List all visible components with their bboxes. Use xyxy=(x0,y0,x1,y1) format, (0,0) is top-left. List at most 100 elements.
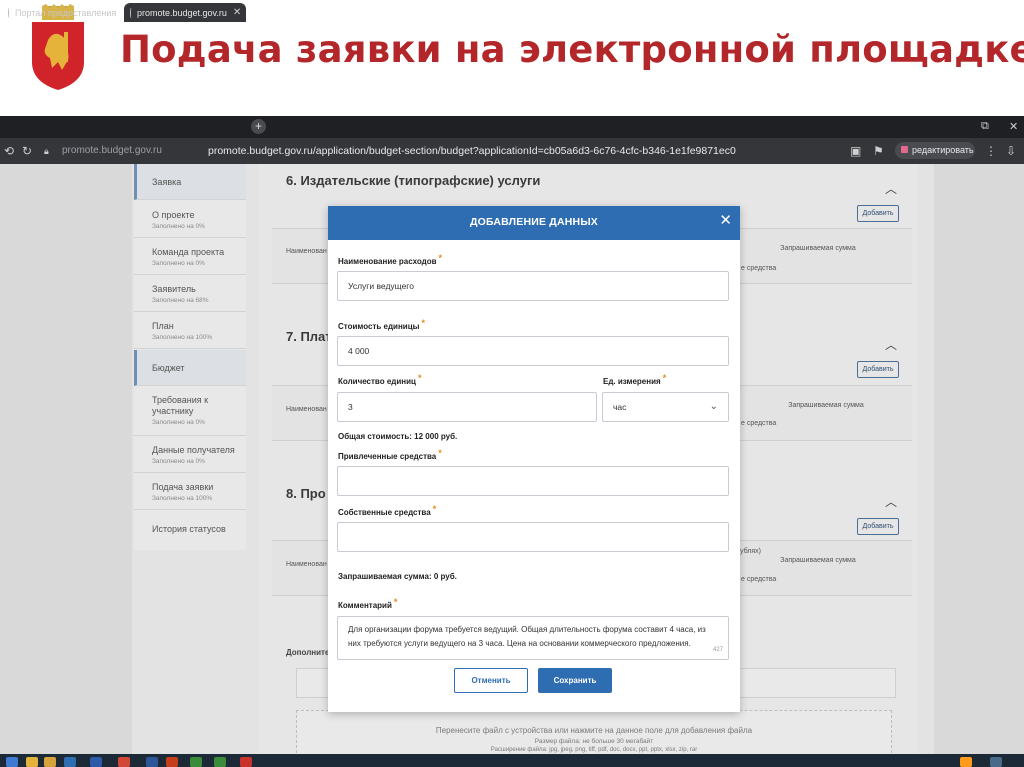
back-icon[interactable]: ⟲ xyxy=(4,144,14,158)
profile-icon xyxy=(901,146,908,153)
sidebar-item-recipient[interactable]: Данные получателя Заполнено на 0% xyxy=(134,437,246,473)
more-menu-icon[interactable]: ⋮ xyxy=(985,144,997,158)
tray-icon[interactable] xyxy=(990,757,1002,767)
add-button[interactable]: Добавить xyxy=(857,205,899,222)
slide-title: Подача заявки на электронной площадке xyxy=(120,28,1024,71)
sidebar-item-plan[interactable]: План Заполнено на 100% xyxy=(134,313,246,349)
chevron-up-icon[interactable]: ︿ xyxy=(885,336,897,353)
sidebar-item-label: Заявитель xyxy=(152,284,196,294)
cancel-button[interactable]: Отменить xyxy=(454,668,528,693)
column-requested: Запрашиваемая сумма xyxy=(788,402,864,409)
sidebar-item-application[interactable]: Заявка xyxy=(134,164,246,200)
reload-icon[interactable]: ↻ xyxy=(22,144,32,158)
column-requested: Запрашиваемая сумма xyxy=(780,245,856,252)
additional-docs-label: Дополните xyxy=(286,648,330,657)
attracted-funds-input[interactable] xyxy=(337,466,729,496)
unit-label: Ед. измерения * xyxy=(603,373,667,386)
total-cost: Общая стоимость: 12 000 руб. xyxy=(338,432,458,441)
powerpoint-icon[interactable] xyxy=(166,757,178,767)
sidebar-item-label: История статусов xyxy=(152,524,226,534)
add-button[interactable]: Добавить xyxy=(857,361,899,378)
sidebar-item-progress: Заполнено на 100% xyxy=(152,495,213,502)
attracted-funds-label: Привлеченные средства * xyxy=(338,448,442,461)
word-icon[interactable] xyxy=(146,757,158,767)
required-marker: * xyxy=(421,318,425,328)
add-button[interactable]: Добавить xyxy=(857,518,899,535)
add-data-modal: ДОБАВЛЕНИЕ ДАННЫХ ✕ Наименование расходо… xyxy=(328,206,740,712)
chevron-up-icon[interactable]: ︿ xyxy=(885,493,897,510)
folder-icon[interactable] xyxy=(26,757,38,767)
column-requested: Запрашиваемая сумма xyxy=(780,557,856,564)
section-title-printing: 6. Издательские (типографские) услуги xyxy=(286,173,541,188)
url-field[interactable]: promote.budget.gov.ru/application/budget… xyxy=(208,145,736,157)
lock-icon: 🔒︎ xyxy=(44,146,49,156)
sidebar-item-team[interactable]: Команда проекта Заполнено на 0% xyxy=(134,239,246,275)
download-icon[interactable]: ⇩ xyxy=(1006,144,1016,158)
column-name: Наименован xyxy=(286,561,327,568)
address-domain: promote.budget.gov.ru xyxy=(62,145,162,156)
sidebar-item-budget[interactable]: Бюджет xyxy=(134,350,246,386)
chevron-down-icon: ⌄ xyxy=(709,401,718,412)
excel-icon[interactable] xyxy=(190,757,202,767)
section-title-payments: 7. Плат xyxy=(286,329,332,344)
sheets-icon[interactable] xyxy=(214,757,226,767)
sidebar-item-label: Данные получателя xyxy=(152,445,235,455)
expense-name-input[interactable]: Услуги ведущего xyxy=(337,271,729,301)
loading-icon xyxy=(8,7,10,18)
unit-select[interactable]: час ⌄ xyxy=(602,392,729,422)
column-means: е средства xyxy=(741,265,777,272)
save-button[interactable]: Сохранить xyxy=(538,668,612,693)
browser-tab-portal[interactable]: Портал предоставления xyxy=(2,3,122,22)
expense-name-label: Наименование расходов * xyxy=(338,253,443,266)
chevron-up-icon[interactable]: ︿ xyxy=(885,180,897,197)
comment-text: Для организации форума требуется ведущий… xyxy=(348,625,706,648)
quantity-label: Количество единиц * xyxy=(338,373,422,386)
sidebar-item-label: О проекте xyxy=(152,210,195,220)
unit-cost-input[interactable]: 4 000 xyxy=(337,336,729,366)
comment-label: Комментарий * xyxy=(338,597,398,610)
comment-textarea[interactable]: Для организации форума требуется ведущий… xyxy=(337,616,729,660)
sidebar-item-history[interactable]: История статусов xyxy=(134,512,246,548)
column-means: е средства xyxy=(741,576,777,583)
sidebar-item-requirements[interactable]: Требования к участнику Заполнено на 0% xyxy=(134,388,246,436)
sidebar-item-submit[interactable]: Подача заявки Заполнено на 100% xyxy=(134,474,246,510)
required-marker: * xyxy=(417,373,422,383)
browser-tab-promote[interactable]: promote.budget.gov.ru ✕ xyxy=(124,3,246,22)
pdf-icon[interactable] xyxy=(240,757,252,767)
app-icon[interactable] xyxy=(64,757,76,767)
chrome-icon[interactable] xyxy=(118,757,130,767)
close-icon[interactable]: ✕ xyxy=(719,212,732,230)
tray-icon[interactable] xyxy=(960,757,972,767)
column-name: Наименован xyxy=(286,248,327,255)
edit-profile-button[interactable]: редактировать xyxy=(895,142,975,159)
sidebar-item-about[interactable]: О проекте Заполнено на 0% xyxy=(134,202,246,238)
quantity-input[interactable]: 3 xyxy=(337,392,597,422)
window-restore-icon[interactable]: ⧉ xyxy=(981,120,989,133)
start-icon[interactable] xyxy=(6,757,18,767)
unit-cost-label: Стоимость единицы * xyxy=(338,318,425,331)
modal-title: ДОБАВЛЕНИЕ ДАННЫХ xyxy=(469,216,599,228)
required-marker: * xyxy=(438,253,443,263)
required-marker: * xyxy=(432,504,437,514)
drop-hint: Перенесите файл с устройства или нажмите… xyxy=(435,726,753,735)
mail-icon[interactable] xyxy=(90,757,102,767)
requested-sum: Запрашиваемая сумма: 0 руб. xyxy=(338,572,457,581)
own-funds-label: Собственные средства * xyxy=(338,504,437,517)
sidebar-item-progress: Заполнено на 0% xyxy=(152,260,205,267)
new-tab-button[interactable]: + xyxy=(251,119,266,134)
explorer-icon[interactable] xyxy=(44,757,56,767)
close-window-icon[interactable]: ✕ xyxy=(1009,120,1018,133)
own-funds-input[interactable] xyxy=(337,522,729,552)
translate-icon[interactable]: ▣ xyxy=(850,144,861,158)
required-marker: * xyxy=(438,448,442,458)
sidebar-item-label: Требования к участнику xyxy=(152,395,209,416)
required-marker: * xyxy=(393,597,398,607)
bookmark-icon[interactable]: ⚑ xyxy=(873,144,884,158)
column-means: е средства xyxy=(741,420,777,427)
sidebar-item-progress: Заполнено на 0% xyxy=(152,458,205,465)
close-tab-icon[interactable]: ✕ xyxy=(233,7,241,18)
tab-label: promote.budget.gov.ru xyxy=(137,7,227,18)
sidebar-item-applicant[interactable]: Заявитель Заполнено на 68% xyxy=(134,276,246,312)
section-title-other: 8. Про xyxy=(286,486,326,501)
required-marker: * xyxy=(662,373,667,383)
